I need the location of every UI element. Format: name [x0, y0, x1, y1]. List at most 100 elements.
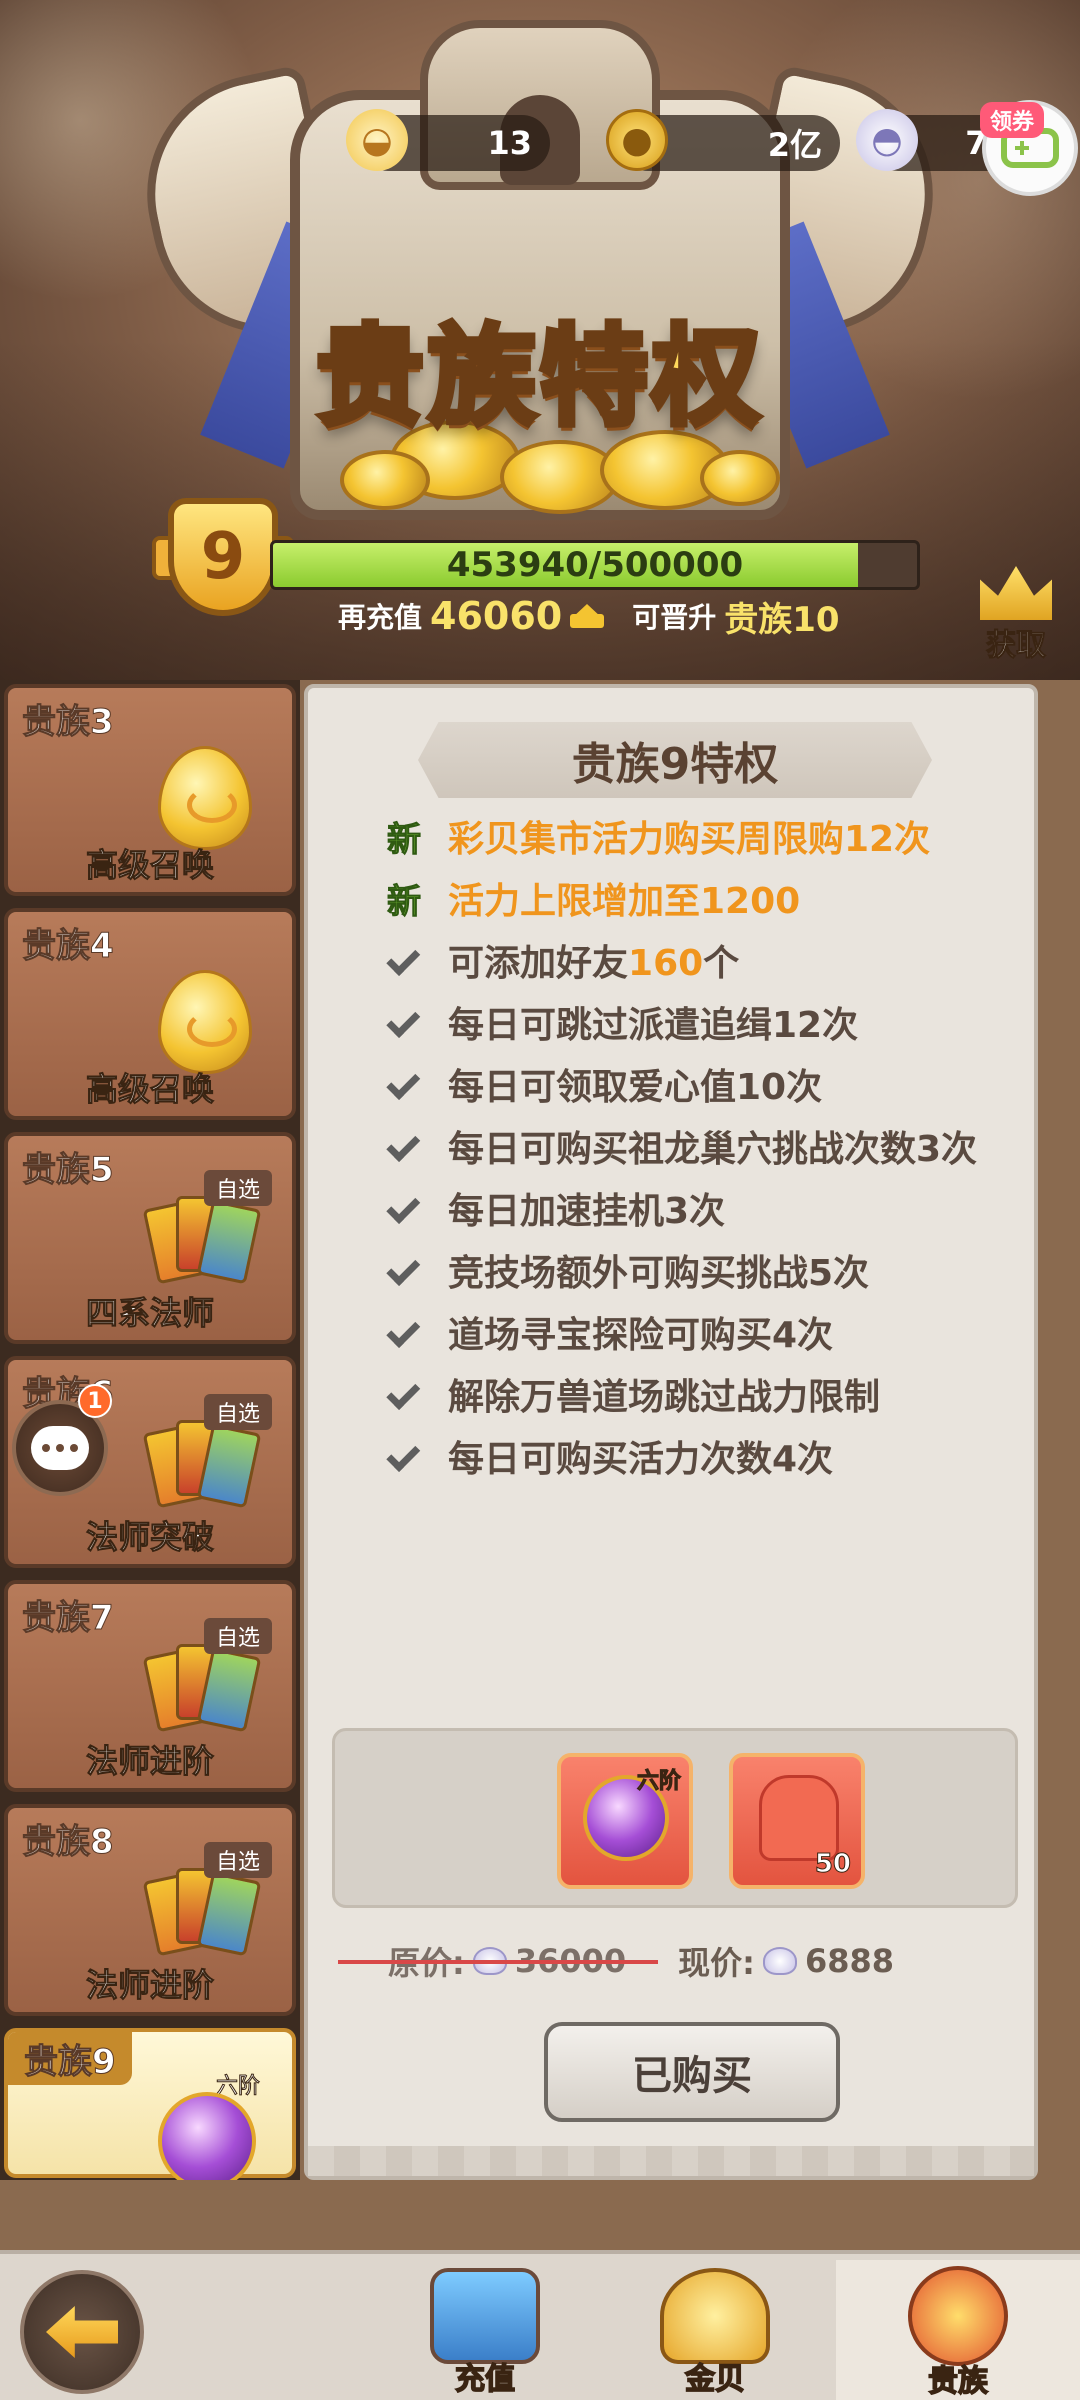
get-label: 获取	[986, 628, 1047, 664]
new-badge-icon: 新	[387, 882, 422, 923]
check-icon	[386, 942, 421, 977]
tier-reward: 高级召唤	[85, 1070, 214, 1109]
select-tag: 自选	[204, 1842, 273, 1878]
crown-icon	[980, 566, 1052, 620]
golden-egg-icon	[158, 970, 252, 1074]
reward-item-dragon[interactable]: 50	[729, 1753, 865, 1889]
reward-grade: 六阶	[636, 1769, 681, 1795]
privilege-item: 解除万兽道场跳过战力限制	[380, 1376, 1020, 1420]
privilege-text: 活力上限增加至1200	[448, 881, 801, 922]
reward-item-orb[interactable]: 六阶	[557, 1753, 693, 1889]
tab-label: 贵族	[927, 2363, 989, 2400]
tier-card-5[interactable]: 贵族5 自选 四系法师	[4, 1132, 296, 1344]
privilege-text: 道场寻宝探险可购买4次	[448, 1315, 834, 1356]
tab-recharge[interactable]: 充值	[410, 2268, 560, 2400]
tier-reward: 法师进阶	[85, 1966, 214, 2005]
privilege-list: 新 彩贝集市活力购买周限购12次 新 活力上限增加至1200 可添加好友160个…	[380, 818, 1020, 1500]
tier-card-8[interactable]: 贵族8 自选 法师进阶	[4, 1804, 296, 2016]
privilege-item: 每日加速挂机3次	[380, 1190, 1020, 1234]
tier-name: 贵族3	[22, 702, 115, 743]
privilege-item: 每日可购买祖龙巢穴挑战次数3次	[380, 1128, 1020, 1172]
privilege-text: 解除万兽道场跳过战力限制	[448, 1377, 881, 1418]
check-icon	[386, 1066, 421, 1101]
select-tag: 自选	[204, 1618, 273, 1654]
privilege-text: 每日可购买祖龙巢穴挑战次数3次	[448, 1129, 978, 1170]
currency-bar: ◒ 13 ● 2亿 ◓ 717	[330, 109, 1050, 175]
tier-reward: 四系法师	[85, 1294, 214, 1333]
vip-level-number: 9	[168, 498, 278, 616]
original-price: 原价: 36000	[337, 1938, 659, 1984]
back-arrow-icon	[46, 2306, 118, 2358]
check-icon	[386, 1190, 421, 1225]
get-button[interactable]: 获取	[966, 566, 1066, 666]
crown-icon	[570, 604, 605, 628]
privilege-text: 每日可购买活力次数4次	[448, 1439, 834, 1480]
price-row: 原价: 36000 现价: 6888	[337, 1936, 988, 1986]
header-banner: 贵族特权 ◒ 13 ● 2亿 ◓ 717 领券 9 453940/500000 …	[0, 0, 1080, 680]
tier-reward: 高级召唤	[85, 846, 214, 885]
gold-coin	[340, 450, 430, 510]
tier-name: 贵族9	[8, 2032, 132, 2085]
panel-footer-pattern	[308, 2146, 1034, 2176]
shell-amount: 13	[487, 124, 532, 162]
current-price: 现价: 6888	[678, 1942, 895, 1982]
check-icon	[386, 1376, 421, 1411]
tier-card-3[interactable]: 贵族3 高级召唤	[4, 684, 296, 896]
privilege-text: 彩贝集市活力购买周限购12次	[448, 819, 931, 860]
upgrade-label: 可晋升	[632, 601, 717, 634]
privilege-item: 每日可购买活力次数4次	[380, 1438, 1020, 1482]
shell-chest-icon	[430, 2268, 540, 2364]
gold-shell-icon	[660, 2268, 770, 2364]
privilege-item: 可添加好友160个	[380, 942, 1020, 986]
gold-coin	[700, 450, 780, 506]
tier-card-7[interactable]: 贵族7 自选 法师进阶	[4, 1580, 296, 1792]
tier-card-9[interactable]: 贵族9 六阶	[4, 2028, 296, 2180]
recharge-hint: 再充值 46060 可晋升 贵族10	[338, 590, 840, 642]
tier-reward: 法师进阶	[85, 1742, 214, 1781]
back-button[interactable]	[20, 2270, 144, 2394]
page-title: 贵族特权	[313, 312, 764, 443]
next-tier: 贵族10	[724, 599, 840, 640]
progress-text: 453940/500000	[446, 545, 744, 585]
recharge-amount: 46060	[430, 594, 563, 638]
gold-amount: 2亿	[767, 126, 822, 164]
tab-gold-shell[interactable]: 金贝	[640, 2268, 790, 2400]
reward-box: 六阶 50	[332, 1728, 1018, 1908]
privilege-text: 每日可领取爱心值10次	[448, 1067, 823, 1108]
chat-unread-badge: 1	[78, 1384, 112, 1418]
shell-icon: ◒	[346, 109, 408, 171]
privilege-item: 每日可跳过派遣追缉12次	[380, 1004, 1020, 1048]
tier-name: 贵族5	[22, 1150, 115, 1191]
privilege-item: 每日可领取爱心值10次	[380, 1066, 1020, 1110]
check-icon	[386, 1252, 421, 1287]
new-badge-icon: 新	[387, 820, 422, 861]
reward-quantity: 50	[814, 1849, 851, 1880]
tier-reward: 法师突破	[85, 1518, 214, 1557]
tier-card-4[interactable]: 贵族4 高级召唤	[4, 908, 296, 1120]
check-icon	[386, 1438, 421, 1473]
tier-name: 贵族8	[22, 1822, 115, 1863]
check-icon	[386, 1128, 421, 1163]
gold-coin-icon: ●	[606, 109, 668, 171]
pearl-icon	[762, 1947, 797, 1975]
tab-label: 金贝	[684, 2361, 746, 2398]
privilege-text: 竞技场额外可购买挑战5次	[448, 1253, 870, 1294]
tab-noble[interactable]: 贵族	[836, 2260, 1080, 2400]
pearl-icon	[472, 1947, 507, 1975]
golden-egg-icon	[158, 746, 252, 850]
coupon-label: 领券	[980, 102, 1044, 138]
select-tag: 自选	[204, 1394, 273, 1430]
tab-label: 充值	[454, 2361, 516, 2398]
check-icon	[386, 1314, 421, 1349]
privilege-text: 每日可跳过派遣追缉12次	[448, 1005, 859, 1046]
privilege-item: 新 彩贝集市活力购买周限购12次	[380, 818, 1020, 862]
vip-progress-bar: 453940/500000	[270, 540, 920, 590]
privilege-item: 竞技场额外可购买挑战5次	[380, 1252, 1020, 1296]
purple-orb-icon	[158, 2092, 256, 2180]
panel-title: 贵族9特权	[418, 722, 932, 798]
gold-counter[interactable]: ● 2亿	[606, 109, 840, 171]
shell-counter[interactable]: ◒ 13	[346, 109, 550, 171]
check-icon	[386, 1004, 421, 1039]
purchased-button[interactable]: 已购买	[544, 2022, 840, 2122]
privilege-text: 每日加速挂机3次	[448, 1191, 726, 1232]
